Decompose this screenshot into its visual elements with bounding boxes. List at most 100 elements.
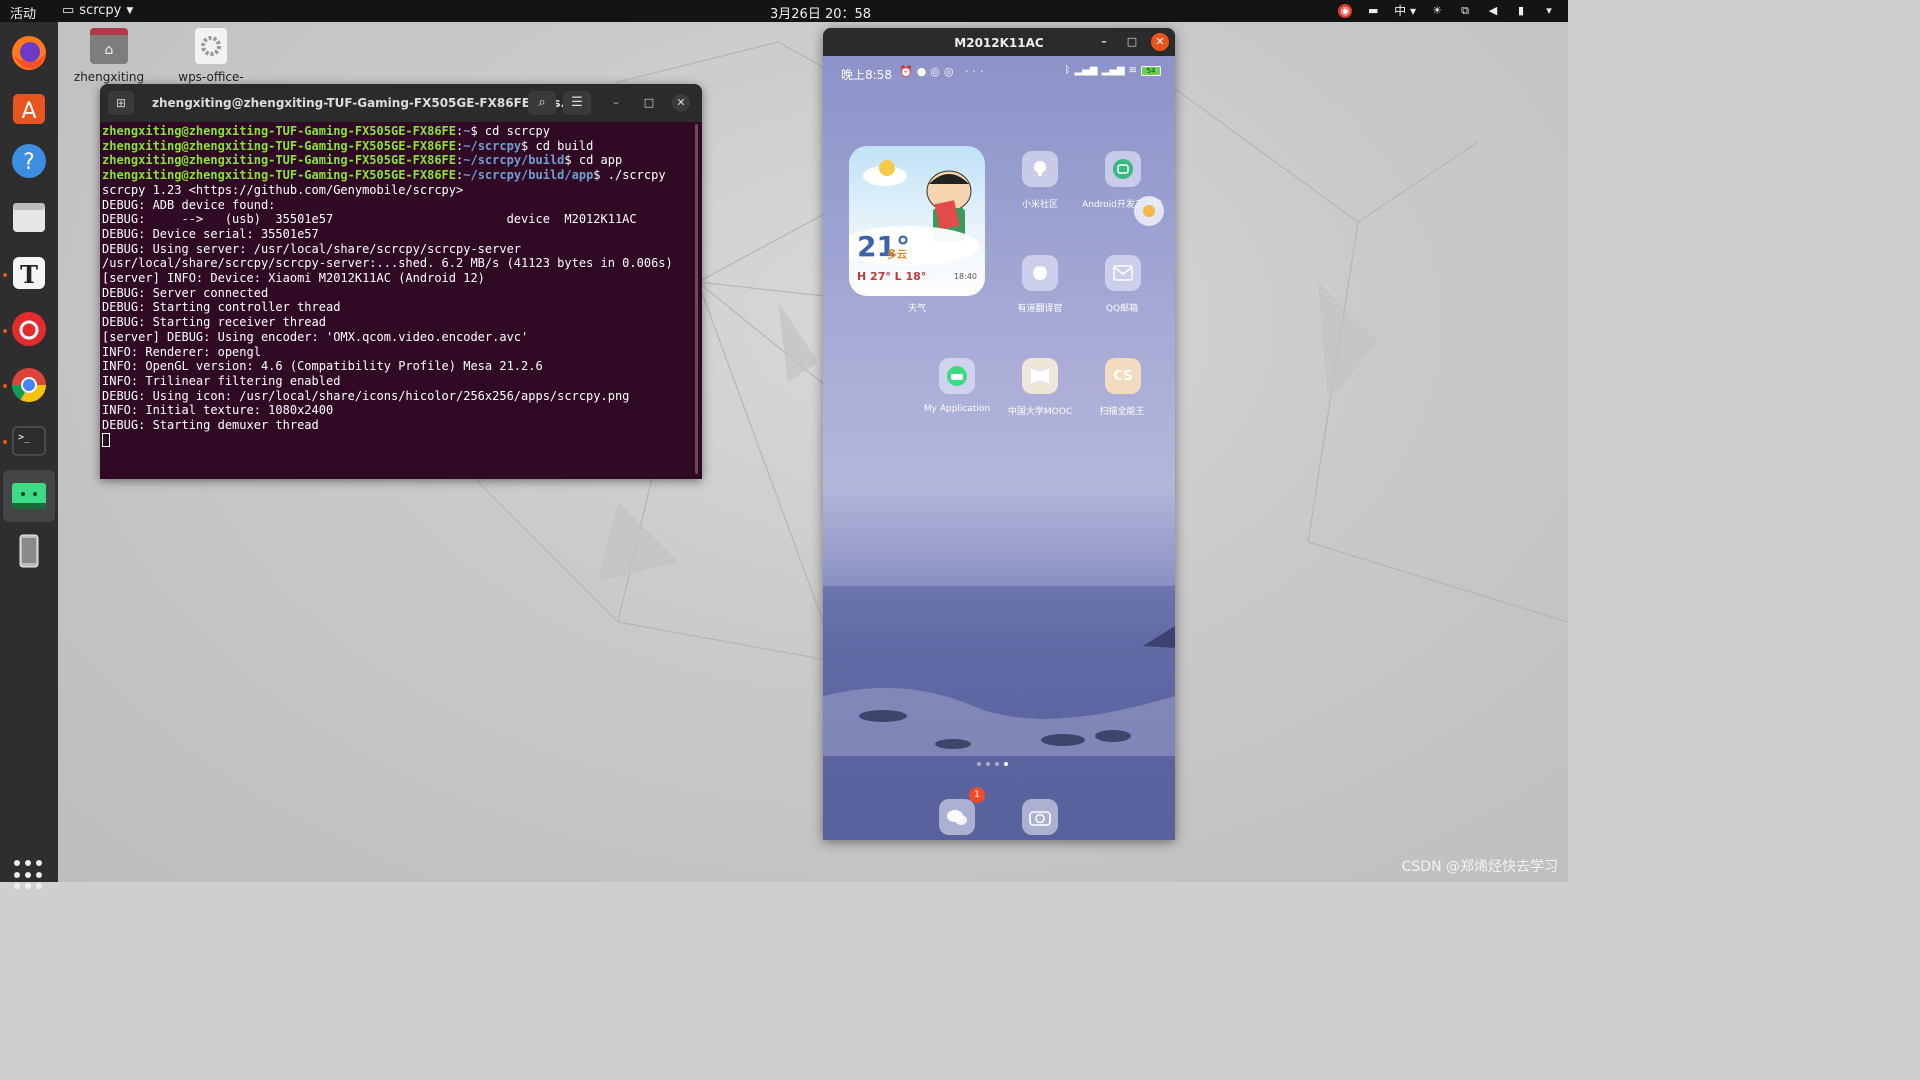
terminal-line: DEBUG: --> (usb) 35501e57 device M2012K1… [102,212,637,227]
keyboard-tray-icon[interactable]: ▬ [1366,4,1380,18]
phone-screen[interactable]: 晚上8:58 ⏰●◎◎ ··· ᛒ ▂▄▆ ▂▄▆ ≋ 54 21° 多云 H … [823,56,1175,840]
mail-icon[interactable] [1105,255,1141,291]
android-dev-tools-app-icon[interactable] [1105,151,1141,187]
terminal-line: INFO: Trilinear filtering enabled [102,373,341,388]
svg-text:A: A [21,99,36,124]
menu-button[interactable]: ☰ [563,91,591,115]
floating-assistant-icon[interactable] [1134,196,1164,226]
watermark: CSDN @郑烯烃快去学习 [1401,859,1558,875]
terminal-scrollbar[interactable] [695,124,698,474]
camscanner-app-icon[interactable]: CS [1105,358,1141,394]
running-indicator [3,273,7,277]
page-indicator [977,762,1008,766]
wechat-app-icon[interactable] [939,799,975,835]
wifi-icon: ≋ [1128,65,1137,76]
power-menu-icon[interactable]: ▾ [1542,4,1556,18]
terminal-line: DEBUG: Server connected [102,285,269,300]
desktop-icon-label: zhengxiting [73,70,145,84]
running-indicator [3,384,7,388]
activities-button[interactable]: 活动 [10,3,36,22]
terminal-window[interactable]: ⊞ zhengxiting@zhengxiting-TUF-Gaming-FX5… [100,84,702,479]
software-center-icon[interactable]: A [8,86,50,128]
show-applications-icon[interactable] [14,860,44,890]
terminal-line: zhengxiting@zhengxiting-TUF-Gaming-FX505… [102,138,594,153]
typora-icon[interactable]: T [8,252,50,294]
terminal-line: zhengxiting@zhengxiting-TUF-Gaming-FX505… [102,168,666,183]
home-folder-icon: ⌂ [90,28,128,64]
weather-widget[interactable]: 21° 多云 H 27° L 18° 18:40 [849,146,985,296]
terminal-line: INFO: Renderer: opengl [102,344,261,359]
svg-text:?: ? [23,150,35,175]
bluetooth-icon: ᛒ [1064,65,1071,76]
system-tray: ◉ ▬ 中 ▾ ☀ ⧉ ◀ ▮ ▾ [1338,2,1556,19]
terminal-icon[interactable]: >_ [8,420,50,462]
top-bar: 活动 ▭ scrcpy ▼ 3月26日 20：58 ◉ ▬ 中 ▾ ☀ ⧉ ◀ … [0,0,1568,22]
network-icon[interactable]: ⧉ [1458,4,1472,18]
close-icon: ✕ [676,96,686,109]
weather-high-low: H 27° L 18° [857,270,927,283]
terminal-line: INFO: OpenGL version: 4.6 (Compatibility… [102,359,543,374]
hamburger-menu-icon: ☰ [571,95,583,110]
terminal-line: zhengxiting@zhengxiting-TUF-Gaming-FX505… [102,124,550,138]
mooc-app-icon[interactable] [1022,358,1058,394]
svg-text:>_: >_ [18,432,31,443]
my-application-app-icon[interactable] [939,358,975,394]
terminal-line: DEBUG: ADB device found: [102,197,276,212]
youdao-translator-app-icon[interactable] [1022,255,1058,291]
volume-icon[interactable]: ◀ [1486,4,1500,18]
app-label: 中国大学MOOC [1007,407,1073,417]
minimize-button[interactable]: – [1095,33,1113,51]
scrcpy-window[interactable]: M2012K11AC – □ ✕ 晚上8:58 ⏰●◎◎ ··· ᛒ ▂▄▆ ▂… [823,28,1175,840]
terminal-cursor [102,433,110,448]
brightness-icon[interactable]: ☀ [1430,4,1444,18]
app-menu-label: scrcpy [79,3,122,18]
clock[interactable]: 3月26日 20：58 [770,3,871,22]
notification-icons: ⏰●◎◎ ··· [899,65,988,78]
terminal-line: DEBUG: Device serial: 35501e57 [102,226,319,241]
scrcpy-phone-icon[interactable] [8,530,50,572]
svg-text:T: T [20,260,38,289]
terminal-line: INFO: Initial texture: 1080x2400 [102,403,334,418]
search-button[interactable]: ⌕ [528,91,556,115]
gear-icon [195,28,227,64]
xiaomi-community-app-icon[interactable] [1022,151,1058,187]
netease-music-icon[interactable] [8,308,50,350]
minimize-button[interactable]: – [607,94,625,112]
close-button[interactable]: ✕ [672,94,690,112]
app-label: 有道翻译官 [1017,304,1063,314]
close-button[interactable]: ✕ [1151,33,1169,51]
help-icon[interactable]: ? [8,140,50,182]
signal-icon: ▂▄▆ [1074,65,1098,76]
maximize-button[interactable]: □ [640,94,658,112]
camscanner-icon-text: CS [1113,368,1133,384]
scrcpy-app-icon: ▭ [62,3,75,18]
terminal-titlebar[interactable]: ⊞ zhengxiting@zhengxiting-TUF-Gaming-FX5… [100,84,702,122]
notification-badge: 1 [969,787,985,803]
maximize-button[interactable]: □ [1123,33,1141,51]
battery-icon[interactable]: ▮ [1514,4,1528,18]
input-method-indicator[interactable]: 中 ▾ [1394,2,1416,19]
signal-icon: ▂▄▆ [1101,65,1125,76]
scrcpy-titlebar[interactable]: M2012K11AC – □ ✕ [823,28,1175,56]
terminal-cursor-line [102,433,700,448]
app-label: 小米社区 [1021,200,1058,210]
desktop-home-folder[interactable]: ⌂ zhengxiting [64,28,154,84]
netease-music-tray-icon[interactable]: ◉ [1338,3,1353,18]
files-icon[interactable] [8,196,50,238]
desktop-wps-office[interactable]: wps-office- [166,28,256,84]
app-menu[interactable]: ▭ scrcpy ▼ [62,3,133,18]
search-icon: ⌕ [538,95,546,110]
chrome-icon[interactable] [8,364,50,406]
android-studio-icon[interactable] [3,470,55,522]
terminal-title: zhengxiting@zhengxiting-TUF-Gaming-FX505… [152,96,575,110]
terminal-line: DEBUG: Using server: /usr/local/share/sc… [102,241,522,256]
terminal-line: DEBUG: Starting demuxer thread [102,418,319,433]
firefox-icon[interactable] [8,32,50,74]
new-tab-button[interactable]: ⊞ [108,91,134,115]
terminal-line: /usr/local/share/scrcpy/scrcpy-server:..… [102,256,673,271]
terminal-line: DEBUG: Starting controller thread [102,300,341,315]
terminal-output[interactable]: zhengxiting@zhengxiting-TUF-Gaming-FX505… [100,122,702,449]
weather-sunset: 18:40 [953,272,977,281]
running-indicator [3,440,7,444]
camera-icon[interactable] [1022,799,1058,835]
